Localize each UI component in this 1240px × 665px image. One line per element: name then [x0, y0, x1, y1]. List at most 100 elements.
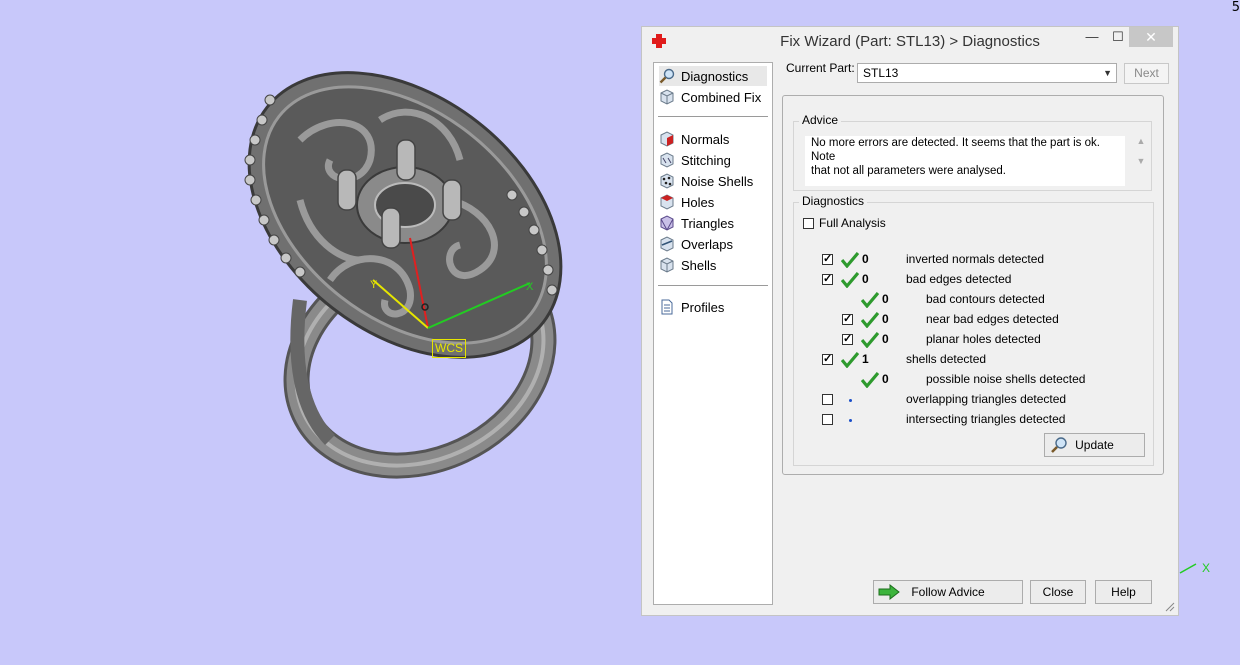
nav-item-shells[interactable]: Shells	[659, 255, 716, 275]
advice-title: Advice	[799, 113, 842, 127]
current-part-value: STL13	[863, 66, 899, 80]
svg-text:X: X	[1202, 561, 1210, 575]
diagnostic-count: 0	[862, 272, 869, 286]
maximize-button[interactable]: ☐	[1105, 27, 1131, 47]
help-button[interactable]: Help	[1095, 580, 1152, 604]
diagnostic-count: 1	[862, 352, 869, 366]
overlaps-cube-icon	[660, 236, 674, 252]
wizard-nav-panel: Diagnostics Combined Fix Normals Stitchi…	[653, 62, 773, 605]
noise-shells-icon	[660, 173, 674, 189]
follow-advice-label: Follow Advice	[911, 585, 985, 599]
minimize-button[interactable]: —	[1079, 27, 1105, 47]
nav-item-label: Normals	[681, 131, 730, 147]
nav-item-overlaps[interactable]: Overlaps	[659, 234, 733, 254]
shells-cube-icon	[660, 257, 674, 273]
diagnostic-count: 0	[882, 312, 889, 326]
nav-item-stitching[interactable]: Stitching	[659, 150, 731, 170]
resize-grip-icon[interactable]	[1165, 602, 1175, 612]
diagnostic-count: 0	[882, 372, 889, 386]
advice-group: Advice No more errors are detected. It s…	[793, 113, 1152, 191]
ring-model[interactable]: Y X	[0, 0, 640, 665]
advice-line-1: No more errors are detected. It seems th…	[811, 137, 1100, 163]
nav-separator	[658, 116, 768, 117]
check-icon	[861, 332, 879, 348]
diagnostic-label: bad edges detected	[906, 272, 1012, 286]
check-icon	[841, 272, 859, 288]
fix-wizard-window: Fix Wizard (Part: STL13) > Diagnostics —…	[641, 26, 1179, 616]
3d-viewport[interactable]: Y X	[0, 0, 640, 665]
svg-text:X: X	[526, 281, 534, 293]
nav-item-label: Triangles	[681, 215, 734, 231]
diagnostic-checkbox[interactable]	[822, 414, 833, 425]
diagnostic-label: intersecting triangles detected	[906, 412, 1066, 426]
update-label: Update	[1075, 438, 1114, 452]
diagnostic-checkbox[interactable]: ✓	[822, 354, 833, 365]
advice-text: No more errors are detected. It seems th…	[805, 136, 1125, 186]
nav-item-label: Holes	[681, 194, 715, 210]
chevron-down-icon: ▼	[1103, 68, 1112, 78]
close-button[interactable]: Close	[1030, 580, 1086, 604]
check-icon	[861, 292, 879, 308]
diagnostic-count: 0	[882, 292, 889, 306]
stitching-cube-icon	[660, 152, 674, 168]
follow-advice-button[interactable]: Follow Advice	[873, 580, 1023, 604]
pending-dot-icon	[849, 419, 852, 422]
magnifier-icon	[1051, 437, 1067, 453]
diagnostic-checkbox[interactable]: ✓	[822, 254, 833, 265]
edge-glyph: 5	[1231, 0, 1240, 15]
advice-line-2: that not all parameters were analysed.	[811, 165, 1006, 177]
diagnostic-checkbox[interactable]	[822, 394, 833, 405]
diagnostic-label: planar holes detected	[926, 332, 1041, 346]
nav-item-normals[interactable]: Normals	[659, 129, 729, 149]
wcs-label: WCS	[432, 339, 466, 358]
window-close-button[interactable]: ✕	[1129, 27, 1173, 47]
check-icon	[861, 372, 879, 388]
full-analysis-label: Full Analysis	[819, 216, 886, 230]
next-button[interactable]: Next	[1124, 63, 1169, 84]
diagnostic-count: 0	[862, 252, 869, 266]
nav-item-holes[interactable]: Holes	[659, 192, 714, 212]
nav-item-label: Stitching	[681, 152, 731, 168]
diagnostics-panel: Advice No more errors are detected. It s…	[782, 95, 1164, 475]
diagnostic-checkbox[interactable]: ✓	[842, 334, 853, 345]
nav-item-label: Profiles	[681, 299, 725, 315]
diagnostic-label: overlapping triangles detected	[906, 392, 1067, 406]
diagnostic-label: possible noise shells detected	[926, 372, 1086, 386]
nav-item-profiles[interactable]: Profiles	[659, 297, 724, 317]
corner-axis-indicator: X	[1179, 561, 1210, 575]
holes-cube-icon	[660, 194, 674, 210]
diagnostic-label: bad contours detected	[926, 292, 1045, 306]
check-icon	[841, 252, 859, 268]
nav-item-combined-fix[interactable]: Combined Fix	[659, 87, 761, 107]
diagnostic-checkbox[interactable]: ✓	[842, 314, 853, 325]
current-part-label: Current Part:	[786, 61, 855, 75]
nav-item-label: Shells	[681, 257, 717, 273]
svg-text:Y: Y	[370, 279, 378, 291]
full-analysis-checkbox[interactable]	[803, 218, 814, 229]
update-button[interactable]: Update	[1044, 433, 1145, 457]
diagnostic-checkbox[interactable]: ✓	[822, 274, 833, 285]
nav-item-label: Overlaps	[681, 236, 734, 252]
nav-item-diagnostics[interactable]: Diagnostics	[659, 66, 767, 86]
diagnostic-label: shells detected	[906, 352, 987, 366]
title-bar[interactable]: Fix Wizard (Part: STL13) > Diagnostics —…	[642, 27, 1178, 57]
document-icon	[661, 299, 673, 315]
nav-item-label: Diagnostics	[681, 68, 749, 84]
normals-cube-icon	[660, 131, 674, 147]
check-icon	[841, 352, 859, 368]
current-part-select[interactable]: STL13 ▼	[857, 63, 1117, 83]
nav-separator	[658, 285, 768, 286]
pending-dot-icon	[849, 399, 852, 402]
nav-item-noise-shells[interactable]: Noise Shells	[659, 171, 753, 191]
nav-item-label: Combined Fix	[681, 89, 762, 105]
diagnostic-count: 0	[882, 332, 889, 346]
diagnostic-label: near bad edges detected	[926, 312, 1059, 326]
magnifier-icon	[659, 68, 675, 84]
diagnostics-title: Diagnostics	[799, 194, 868, 208]
advice-scrollbar[interactable]: ▲ ▼	[1134, 136, 1148, 186]
nav-item-triangles[interactable]: Triangles	[659, 213, 734, 233]
nav-item-label: Noise Shells	[681, 173, 754, 189]
arrow-right-icon	[878, 584, 900, 600]
cube-icon	[660, 89, 674, 105]
check-icon	[861, 312, 879, 328]
